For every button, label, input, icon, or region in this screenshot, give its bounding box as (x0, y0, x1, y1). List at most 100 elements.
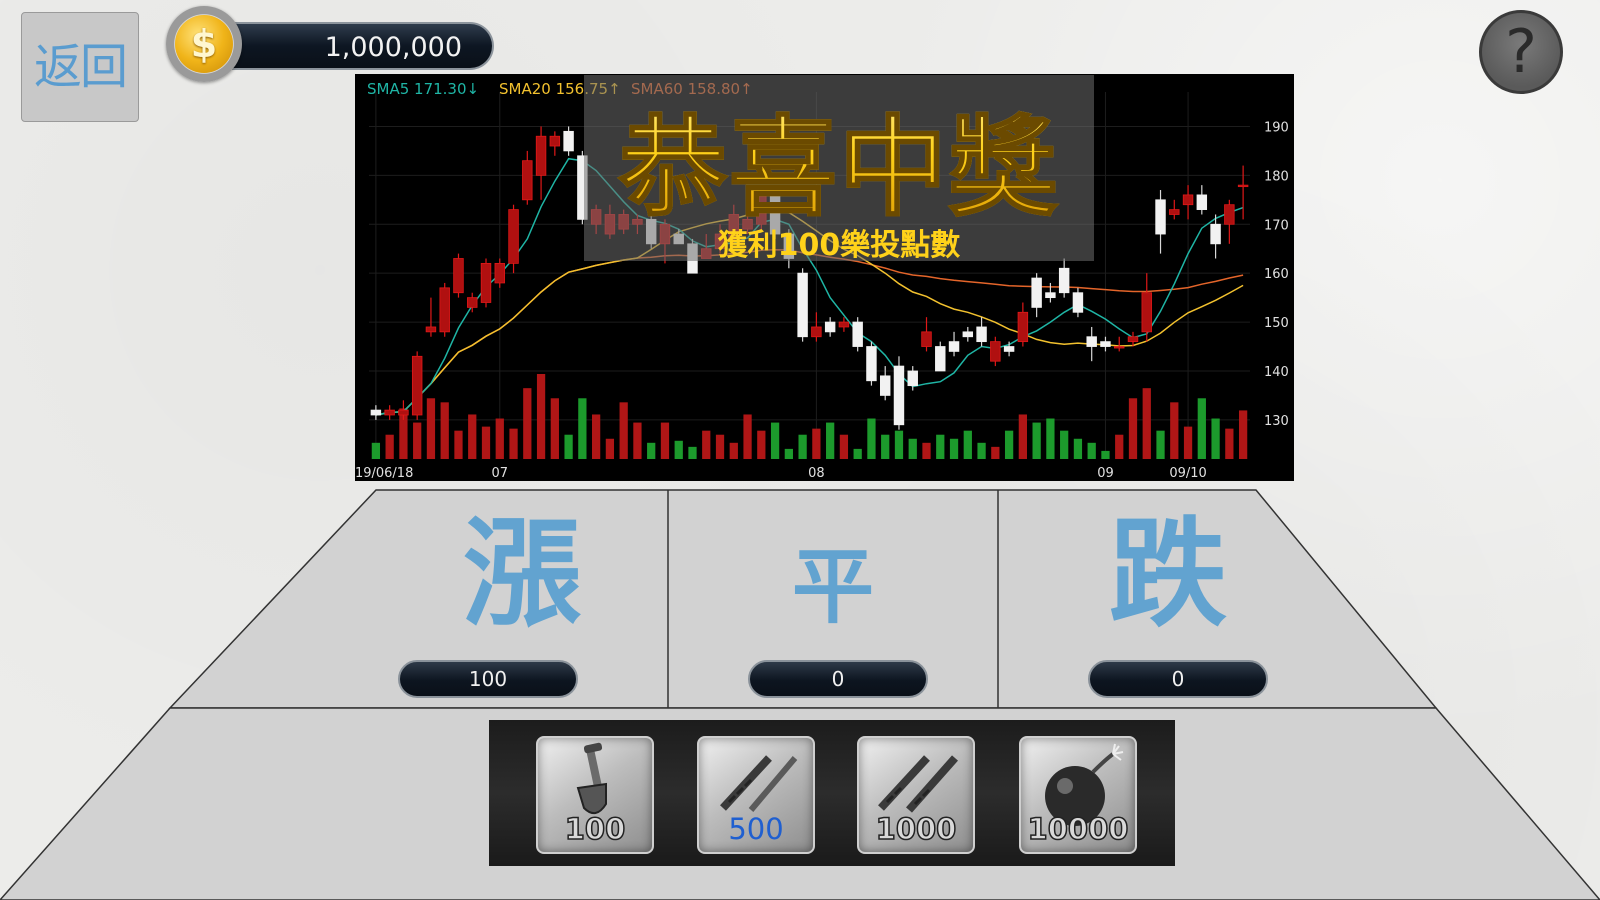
candle-body (921, 331, 932, 347)
candle-body (893, 365, 905, 426)
bet-fall-amount: 0 (1088, 660, 1268, 698)
volume-bar (413, 422, 422, 459)
volume-bar (1142, 388, 1151, 459)
candle-body (797, 272, 808, 338)
candle-body (1086, 336, 1097, 347)
candle-body (948, 341, 960, 352)
volume-bar (1087, 442, 1096, 459)
x-tick-label: 07 (492, 466, 509, 481)
volume-bar (991, 446, 1000, 459)
volume-bar (839, 434, 849, 459)
volume-bar (1156, 430, 1165, 459)
volume-bar (1046, 418, 1055, 459)
bet-flat-label: 平 (791, 540, 874, 635)
volume-bar (619, 402, 628, 459)
tool-bomb[interactable]: 10000 (1019, 736, 1137, 854)
volume-bar (660, 422, 670, 459)
x-tick-label: 2019/06/18 (355, 466, 413, 481)
y-tick-label: 130 (1264, 414, 1289, 429)
volume-bar (564, 434, 573, 459)
candle-body (1100, 341, 1111, 347)
tool-shovel[interactable]: 100 (536, 736, 654, 854)
volume-bar (812, 428, 821, 459)
volume-bar (605, 438, 615, 459)
candle-body (1072, 292, 1084, 313)
volume-bar (702, 430, 711, 459)
candle-body (1237, 184, 1249, 188)
volume-bar (881, 434, 890, 459)
volume-bar (1004, 430, 1014, 459)
candle-body (879, 375, 891, 396)
volume-bar (729, 442, 738, 459)
candle-body (1169, 209, 1180, 215)
tool-bomb-price: 10000 (1027, 811, 1129, 847)
volume-bar (385, 434, 394, 459)
volume-bar (371, 442, 381, 459)
volume-bar (578, 398, 587, 459)
tool-drill[interactable]: 500 (697, 736, 815, 854)
tool-drill-price: 500 (728, 812, 784, 846)
x-tick-label: 09/10 (1169, 466, 1206, 481)
bet-fall-label: 跌 (1108, 505, 1227, 643)
candle-body (398, 409, 409, 416)
y-tick-label: 180 (1264, 169, 1289, 184)
volume-bar (867, 418, 876, 459)
back-button[interactable]: 返回 (21, 12, 139, 122)
volume-bar (481, 426, 491, 459)
candle-body (467, 297, 478, 308)
candle-body (535, 135, 547, 176)
volume-bar (963, 430, 972, 459)
volume-bar (894, 430, 904, 459)
tool-shovel-price: 100 (564, 811, 626, 847)
candle-body (962, 331, 974, 338)
volume-bar (1170, 402, 1179, 459)
y-tick-label: 170 (1264, 218, 1289, 233)
bet-fall[interactable]: 跌 0 (998, 490, 1338, 708)
volume-bar (1018, 414, 1027, 459)
volume-bar (633, 422, 642, 459)
candle-body (1141, 292, 1152, 333)
bet-flat[interactable]: 平 0 (668, 490, 998, 708)
bet-rise-amount: 100 (398, 660, 578, 698)
help-button[interactable]: ? (1479, 10, 1563, 94)
volume-bar (536, 374, 546, 459)
bet-flat-amount: 0 (748, 660, 928, 698)
x-tick-label: 08 (808, 466, 825, 481)
stock-chart: 130 140 150 160 170 180 190 2019/06/18 07 08 09 09/… (355, 74, 1294, 481)
candle-body (935, 346, 946, 372)
volume-bar (523, 388, 532, 459)
candle-body (563, 130, 574, 152)
volume-bar (715, 434, 725, 459)
candle-body (1210, 223, 1221, 245)
candle-body (1031, 277, 1042, 308)
candle-body (824, 321, 836, 333)
volume-bar (1060, 430, 1069, 459)
volume-bar (977, 442, 986, 459)
candle-body (370, 409, 382, 416)
volume-bar (1128, 398, 1138, 459)
candle-body (1114, 346, 1125, 349)
candle-body (838, 321, 850, 328)
candle-body (453, 258, 464, 294)
volume-bar (798, 434, 807, 459)
candle-body (1058, 267, 1070, 294)
bet-rise[interactable]: 漲 100 (376, 490, 668, 708)
x-tick-label: 09 (1097, 466, 1114, 481)
volume-bar (784, 448, 793, 459)
volume-bar (1211, 418, 1220, 459)
volume-bar (1225, 428, 1234, 459)
candle-body (522, 160, 533, 201)
y-tick-label: 190 (1264, 120, 1289, 135)
coin-balance: 1,000,000 (232, 22, 494, 70)
volume-bar (936, 434, 945, 459)
volume-bar (440, 402, 449, 459)
volume-bar (743, 414, 752, 459)
candle-body (907, 370, 918, 387)
candle-body (1045, 292, 1056, 299)
volume-bar (949, 438, 959, 459)
tool-double-drill[interactable]: 1000 (857, 736, 975, 854)
tool-double-drill-price: 1000 (875, 811, 957, 847)
dollar-sign: $ (175, 15, 233, 73)
volume-bar (757, 430, 766, 459)
y-tick-label: 150 (1264, 316, 1289, 331)
